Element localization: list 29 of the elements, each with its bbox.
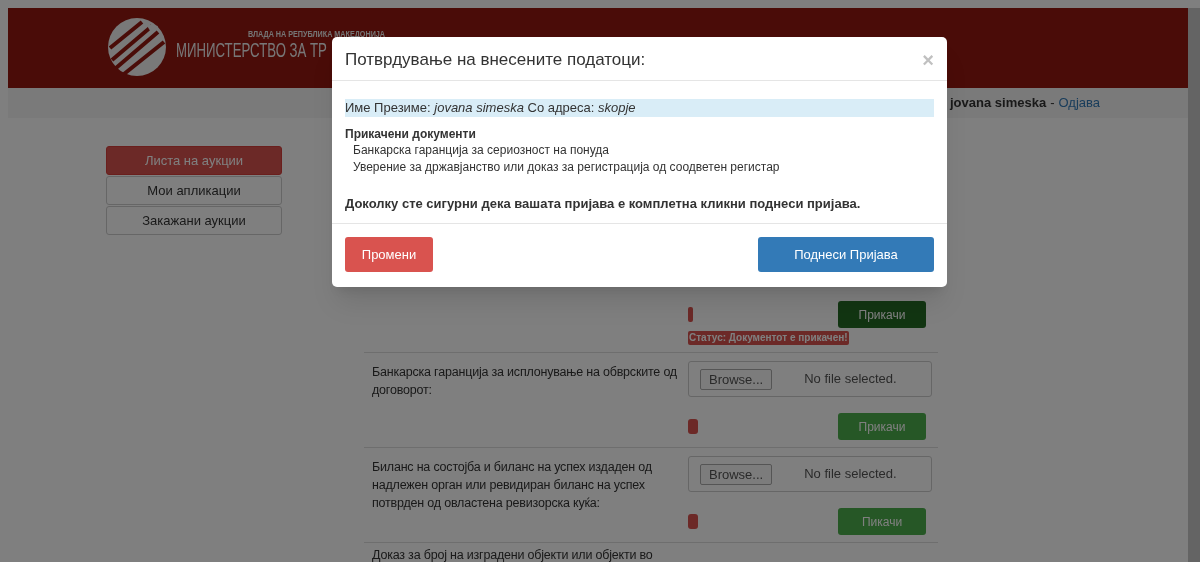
progress-marker (688, 514, 698, 529)
attached-document: Уверение за државјанство или доказ за регистрација од соодветен регистар (352, 159, 781, 176)
menu-item[interactable]: Листа на аукции (106, 146, 282, 175)
file-status: No file selected. (804, 370, 897, 389)
striped-globe-logo (106, 16, 168, 78)
attached-document: Банкарска гаранција за сериозност на понуда (352, 142, 610, 159)
applicant-summary: Име Презиме: jovana simeska Со адреса: skopje (345, 99, 934, 117)
menu-item[interactable]: Мои апликации (106, 176, 282, 205)
user-name: jovana simeska (950, 94, 1047, 113)
attached-documents-heading: Прикачени документи (345, 126, 477, 142)
submit-button[interactable]: Поднеси Пријава (758, 237, 934, 272)
scrollbar[interactable] (1188, 8, 1200, 562)
close-button[interactable]: × (922, 49, 934, 70)
status-badge: Статус: Документот е прикачен! (688, 331, 849, 345)
progress-marker (688, 419, 698, 434)
file-status: No file selected. (804, 465, 897, 484)
logout-link[interactable]: Одјава (1058, 93, 1100, 113)
dialog-title: Потврдување на внесените податоци: (345, 48, 646, 71)
separator-text: - (1050, 94, 1055, 113)
government-label: ВЛАДА НА РЕПУБЛИКА МАКЕДОНИЈА (248, 30, 386, 39)
progress-marker (688, 307, 693, 322)
change-button[interactable]: Промени (345, 237, 433, 272)
upload-button[interactable]: Прикачи (838, 301, 926, 328)
ministry-title: МИНИСТЕРСТВО ЗА ТР (176, 40, 328, 60)
document-label: Доказ за број на изградени објекти или објекти во (372, 547, 654, 562)
document-label: Банкарска гаранција за исплонување на обврските од договорот: (372, 364, 678, 399)
menu-item[interactable]: Закажани аукции (106, 206, 282, 235)
document-label: Биланс на состојба и биланс на успех издаден од надлежен орган или ревидиран биланс на успех потврден од овластена ревизорска куќа: (372, 459, 653, 512)
confirmation-text: Доколку сте сигурни дека вашата пријава е комплетна кликни поднеси пријава. (345, 195, 862, 213)
